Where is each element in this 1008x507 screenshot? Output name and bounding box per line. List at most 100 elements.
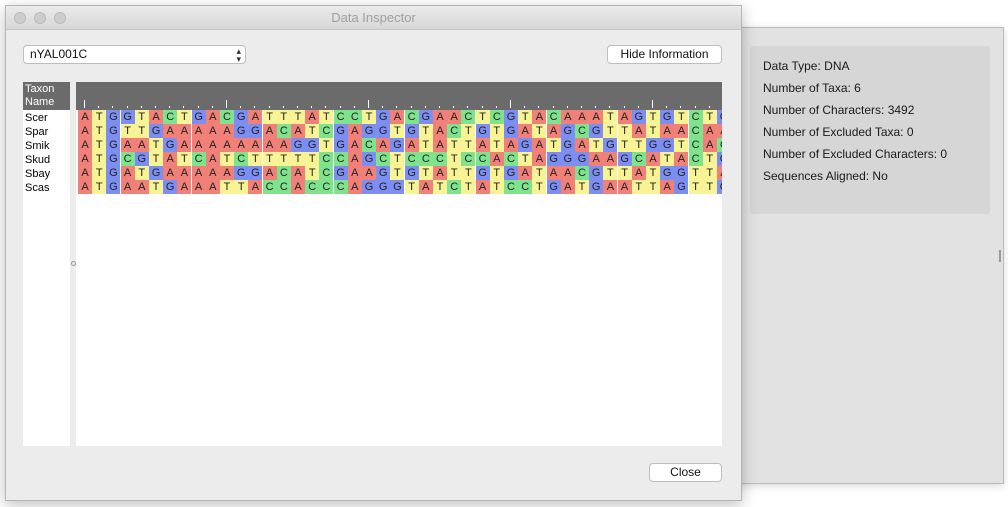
sequence-cell[interactable]: T — [134, 110, 149, 124]
sequence-cell[interactable]: G — [575, 152, 589, 166]
sequence-cell[interactable]: T — [92, 166, 107, 180]
sequence-cell[interactable]: G — [617, 152, 632, 166]
sequence-cell[interactable]: G — [589, 180, 604, 194]
sequence-cell[interactable]: T — [674, 110, 689, 124]
sequence-cell[interactable]: A — [248, 180, 263, 194]
sequence-cell[interactable]: G — [504, 166, 518, 180]
sequence-cell[interactable]: G — [106, 180, 121, 194]
sequence-cell[interactable]: G — [518, 138, 533, 152]
sequence-cell[interactable]: T — [404, 180, 419, 194]
sequence-cell[interactable]: T — [149, 180, 163, 194]
sequence-cell[interactable]: G — [376, 124, 391, 138]
sequence-cell[interactable]: T — [461, 180, 476, 194]
sequence-cell[interactable]: A — [589, 110, 604, 124]
sequence-cell[interactable]: T — [518, 110, 533, 124]
sequence-cell[interactable]: A — [433, 138, 447, 152]
taxon-name-skud[interactable]: Skud — [25, 154, 50, 166]
sequence-cell[interactable]: T — [362, 110, 376, 124]
sequence-cell[interactable]: G — [333, 166, 348, 180]
sequence-cell[interactable]: A — [305, 110, 320, 124]
sequence-cell[interactable]: G — [376, 110, 391, 124]
sequence-cell[interactable]: G — [106, 166, 121, 180]
sequence-cell[interactable]: A — [575, 110, 589, 124]
sequence-cell[interactable]: G — [120, 110, 135, 124]
sequence-cell[interactable]: A — [433, 124, 447, 138]
sequence-cell[interactable]: C — [688, 110, 703, 124]
sequence-cell[interactable]: T — [461, 124, 476, 138]
sequence-cell[interactable]: T — [532, 180, 547, 194]
sequence-cell[interactable]: G — [234, 124, 249, 138]
sequence-cell[interactable]: T — [631, 138, 646, 152]
sequence-cell[interactable]: G — [646, 138, 660, 152]
sequence-cell[interactable]: A — [262, 166, 277, 180]
sequence-cell[interactable]: G — [390, 180, 405, 194]
sequence-cell[interactable]: T — [702, 110, 717, 124]
sequence-cell[interactable]: C — [333, 110, 348, 124]
sequence-cell[interactable]: A — [475, 138, 490, 152]
sequence-cell[interactable]: C — [220, 110, 234, 124]
sequence-cell[interactable]: C — [163, 110, 178, 124]
sequence-cell[interactable]: A — [177, 166, 192, 180]
sequence-cell[interactable]: C — [717, 138, 722, 152]
sequence-cell[interactable]: A — [205, 180, 220, 194]
sequence-cell[interactable]: A — [433, 110, 447, 124]
sequence-cell[interactable]: G — [106, 152, 121, 166]
sequence-cell[interactable]: A — [518, 124, 533, 138]
sequence-cell[interactable]: T — [688, 166, 703, 180]
dataset-select[interactable]: nYAL001C ▴ ▾ — [23, 45, 246, 64]
sequence-cell[interactable]: C — [319, 166, 334, 180]
sequence-cell[interactable]: A — [163, 166, 178, 180]
sequence-cell[interactable]: T — [617, 138, 632, 152]
sequence-cell[interactable]: A — [262, 124, 277, 138]
sequence-cell[interactable]: T — [489, 138, 504, 152]
sequence-cell[interactable]: G — [191, 110, 206, 124]
sequence-cell[interactable]: A — [660, 124, 675, 138]
sequence-cell[interactable]: T — [220, 152, 234, 166]
sequence-cell[interactable]: A — [191, 124, 206, 138]
sequence-cell[interactable]: T — [248, 152, 263, 166]
sequence-cell[interactable]: C — [276, 124, 291, 138]
sequence-cell[interactable]: A — [532, 110, 547, 124]
sequence-cell[interactable]: A — [717, 166, 722, 180]
sequence-cell[interactable]: T — [291, 110, 305, 124]
sequence-cell[interactable]: A — [362, 166, 376, 180]
sequence-cell[interactable]: T — [418, 166, 433, 180]
sequence-cell[interactable]: T — [646, 180, 660, 194]
sequence-cell[interactable]: G — [362, 180, 376, 194]
sequence-cell[interactable]: T — [149, 152, 163, 166]
sequence-cell[interactable]: T — [262, 152, 277, 166]
sequence-cell[interactable]: T — [220, 180, 234, 194]
sequence-cell[interactable]: A — [447, 110, 462, 124]
sequence-cell[interactable]: G — [660, 166, 675, 180]
sequence-cell[interactable]: C — [262, 180, 277, 194]
sequence-cell[interactable]: A — [248, 110, 263, 124]
sequence-cell[interactable]: A — [78, 166, 92, 180]
sequence-cell[interactable]: C — [191, 152, 206, 166]
sequence-cell[interactable]: A — [205, 166, 220, 180]
sequence-cell[interactable]: G — [305, 138, 320, 152]
sequence-cell[interactable]: G — [106, 110, 121, 124]
sequence-cell[interactable]: C — [504, 152, 518, 166]
sequence-cell[interactable]: T — [276, 110, 291, 124]
sequence-cell[interactable]: T — [134, 166, 149, 180]
sequence-cell[interactable]: T — [702, 180, 717, 194]
sequence-cell[interactable]: T — [262, 110, 277, 124]
sequence-cell[interactable]: G — [674, 166, 689, 180]
sequence-cell[interactable]: C — [234, 152, 249, 166]
sequence-cell[interactable]: T — [390, 166, 405, 180]
sequence-cell[interactable]: G — [149, 124, 163, 138]
sequence-cell[interactable]: A — [532, 152, 547, 166]
sequence-cell[interactable]: A — [603, 180, 618, 194]
sequence-cell[interactable]: G — [376, 166, 391, 180]
sequence-cell[interactable]: G — [546, 152, 561, 166]
sequence-cell[interactable]: G — [404, 124, 419, 138]
sequence-cell[interactable]: C — [376, 152, 391, 166]
sequence-cell[interactable]: A — [276, 138, 291, 152]
sequence-cell[interactable]: C — [120, 152, 135, 166]
sequence-cell[interactable]: T — [631, 180, 646, 194]
sequence-cell[interactable]: A — [78, 152, 92, 166]
sequence-cell[interactable]: A — [191, 138, 206, 152]
close-button[interactable]: Close — [649, 463, 722, 482]
sequence-cell[interactable]: A — [234, 138, 249, 152]
sequence-cell[interactable]: T — [674, 138, 689, 152]
